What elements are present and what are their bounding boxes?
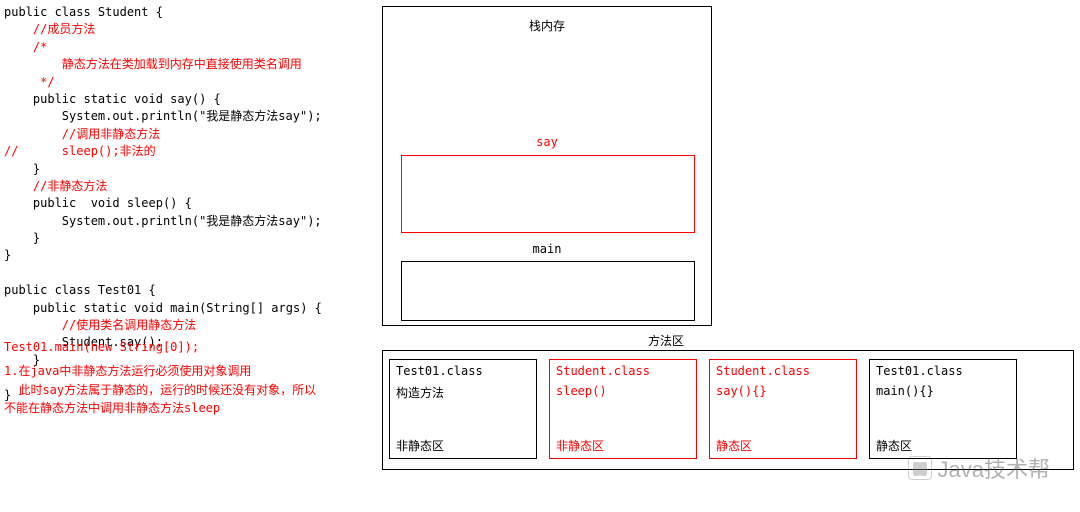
- class-member: main(){}: [870, 382, 1016, 400]
- watermark: Java技术帮: [908, 452, 1050, 484]
- class-title: Student.class: [710, 360, 856, 382]
- stack-frame-main-label: main: [533, 242, 562, 256]
- explanation-note: 1.在java中非静态方法运行必须使用对象调用 此时say方法属于静态的，运行的…: [4, 362, 324, 418]
- class-box-student-static: Student.class say(){} 静态区: [709, 359, 857, 459]
- class-member: say(){}: [710, 382, 856, 400]
- stack-frame-say-label: say: [536, 135, 558, 149]
- class-title: Test01.class: [870, 360, 1016, 382]
- area-label: 非静态区: [556, 437, 604, 454]
- class-title: Student.class: [550, 360, 696, 382]
- watermark-text: Java技术帮: [938, 452, 1050, 484]
- class-title: Test01.class: [390, 360, 536, 382]
- method-area-title: 方法区: [648, 332, 684, 349]
- run-expression: Test01.main(new String[0]);: [4, 340, 199, 354]
- class-box-test01-static: Test01.class main(){} 静态区: [869, 359, 1017, 459]
- class-box-student-nonstatic: Student.class sleep() 非静态区: [549, 359, 697, 459]
- class-member: sleep(): [550, 382, 696, 400]
- stack-frame-main: [401, 261, 695, 321]
- area-label: 非静态区: [396, 437, 444, 454]
- stack-frame-say: [401, 155, 695, 233]
- area-label: 静态区: [716, 437, 752, 454]
- stack-title: 栈内存: [383, 17, 711, 34]
- class-member: 构造方法: [390, 382, 536, 403]
- wechat-icon: [908, 456, 932, 480]
- stack-memory-box: 栈内存 say main: [382, 6, 712, 326]
- class-box-test01-nonstatic: Test01.class 构造方法 非静态区: [389, 359, 537, 459]
